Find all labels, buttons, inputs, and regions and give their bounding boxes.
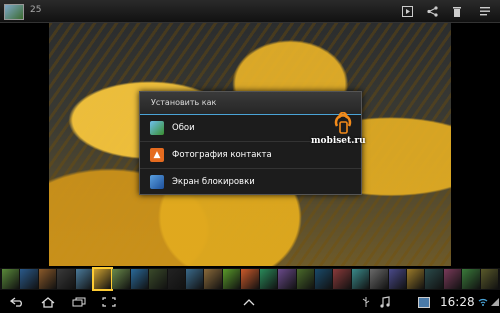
recent-apps-icon[interactable] [70,295,88,309]
filmstrip-thumbnail[interactable] [296,269,314,289]
watermark-logo-icon [334,112,352,134]
home-icon[interactable] [39,295,57,309]
filmstrip-thumbnail[interactable] [388,269,406,289]
clock: 16:28 [440,295,475,309]
option-label: Экран блокировки [172,177,255,187]
wallpaper-icon [150,121,164,135]
filmstrip-thumbnail[interactable] [149,269,167,289]
option-label: Фотография контакта [172,150,272,160]
screenshot-icon[interactable] [100,295,118,309]
delete-icon[interactable] [449,3,465,19]
filmstrip-thumbnail[interactable] [480,269,498,289]
filmstrip-thumbnail[interactable] [425,269,443,289]
filmstrip-thumbnail[interactable] [351,269,370,289]
album-count: 25 [30,5,42,15]
signal-icon [486,295,500,309]
dialog-title: Установить как [140,92,361,115]
filmstrip-thumbnail[interactable] [20,269,38,289]
filmstrip-thumbnail[interactable] [57,269,75,289]
lock-screen-icon [150,175,164,189]
gallery-notification-icon [415,295,433,309]
filmstrip [0,267,500,291]
filmstrip-thumbnail[interactable] [2,269,20,289]
filmstrip-thumbnail[interactable] [406,269,425,289]
contact-photo-icon: ▲ [150,148,164,162]
menu-icon[interactable] [477,3,493,19]
filmstrip-thumbnail[interactable] [443,269,462,289]
filmstrip-thumbnail[interactable] [91,267,114,291]
filmstrip-thumbnail[interactable] [204,269,222,289]
filmstrip-thumbnail[interactable] [167,269,186,289]
filmstrip-thumbnail[interactable] [75,269,94,289]
filmstrip-thumbnail[interactable] [186,269,204,289]
filmstrip-thumbnail[interactable] [259,269,278,289]
filmstrip-thumbnail[interactable] [130,269,149,289]
filmstrip-thumbnail[interactable] [112,269,130,289]
filmstrip-thumbnail[interactable] [314,269,333,289]
up-arrow-icon[interactable] [240,295,258,309]
slideshow-icon[interactable] [399,3,415,19]
filmstrip-thumbnail[interactable] [222,269,241,289]
filmstrip-thumbnail[interactable] [278,269,296,289]
usb-icon [357,295,375,309]
action-bar: 25 [0,0,500,23]
filmstrip-thumbnail[interactable] [370,269,388,289]
app-thumbnail-icon[interactable] [4,4,24,20]
filmstrip-thumbnail[interactable] [241,269,259,289]
system-bar: 16:28 [0,292,500,313]
option-lock-screen[interactable]: Экран блокировки [140,169,361,195]
music-icon [376,295,394,309]
option-label: Обои [172,123,195,133]
filmstrip-thumbnail[interactable] [333,269,351,289]
option-contact-photo[interactable]: ▲ Фотография контакта [140,142,361,169]
filmstrip-thumbnail[interactable] [38,269,57,289]
share-icon[interactable] [424,3,440,19]
watermark-text: mobiset.ru [311,136,366,146]
back-icon[interactable] [8,295,26,309]
filmstrip-thumbnail[interactable] [462,269,480,289]
